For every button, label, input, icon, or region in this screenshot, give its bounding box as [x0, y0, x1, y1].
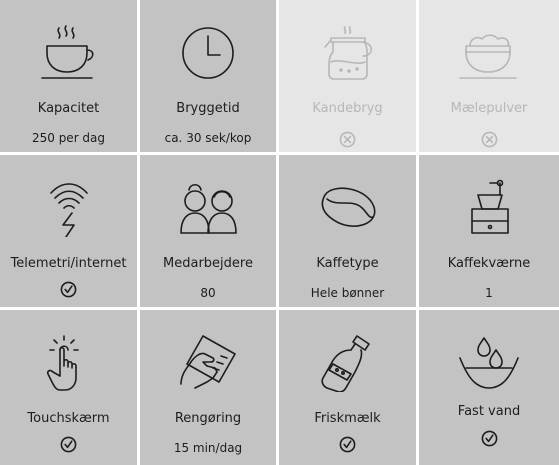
tile-label: Touchskærm	[27, 411, 110, 426]
tile-kapacitet: Kapacitet 250 per dag	[0, 0, 140, 155]
milk-bottle-icon	[279, 332, 416, 392]
tile-friskmaelk: Friskmælk	[279, 310, 419, 465]
coffee-pot-icon	[279, 22, 416, 82]
water-drops-icon	[419, 332, 559, 392]
available-icon	[419, 430, 559, 447]
available-icon	[279, 436, 416, 453]
tile-kaffekvaerne: Kaffekværne 1	[419, 155, 559, 310]
unavailable-icon	[279, 131, 416, 148]
feature-grid: Kapacitet 250 per dag Bryggetid ca. 30 s…	[0, 0, 559, 465]
tile-label: Telemetri/internet	[10, 256, 127, 271]
tile-value: 1	[485, 286, 493, 300]
people-icon	[140, 177, 276, 237]
available-icon	[0, 281, 137, 298]
tile-label: Kapacitet	[37, 101, 100, 116]
tile-kaffetype: Kaffetype Hele bønner	[279, 155, 419, 310]
tile-label: Medarbejdere	[163, 256, 253, 271]
tile-label: Bryggetid	[176, 101, 240, 116]
tile-label: Kaffetype	[316, 256, 379, 271]
coffee-bean-icon	[279, 177, 416, 237]
milk-foam-cup-icon	[419, 22, 559, 82]
tile-fast-vand: Fast vand	[419, 310, 559, 465]
tile-value: Hele bønner	[310, 286, 385, 300]
tile-value: 15 min/dag	[173, 441, 243, 455]
tile-telemetri: Telemetri/internet	[0, 155, 140, 310]
tile-label: Friskmælk	[314, 411, 381, 426]
clock-icon	[140, 22, 276, 82]
tile-label: Fast vand	[457, 404, 521, 419]
available-icon	[0, 436, 137, 453]
coffee-grinder-icon	[419, 177, 559, 237]
tile-value: 250 per dag	[31, 131, 106, 145]
tile-value: ca. 30 sek/kop	[164, 131, 252, 145]
tile-label: Kandebryg	[312, 101, 383, 116]
coffee-cup-icon	[0, 22, 137, 82]
tile-touchskaerm: Touchskærm	[0, 310, 140, 465]
tile-label: Kaffekværne	[447, 256, 531, 271]
tile-rengoering: Rengøring 15 min/dag	[140, 310, 279, 465]
unavailable-icon	[419, 131, 559, 148]
tile-maelepulver: Mælepulver	[419, 0, 559, 155]
tile-label: Rengøring	[174, 411, 242, 426]
tile-bryggetid: Bryggetid ca. 30 sek/kop	[140, 0, 279, 155]
wireless-signal-icon	[0, 177, 137, 237]
touch-hand-icon	[0, 332, 137, 392]
tile-label: Mælepulver	[450, 101, 528, 116]
tile-medarbejdere: Medarbejdere 80	[140, 155, 279, 310]
tile-value: 80	[200, 286, 216, 300]
cleaning-hand-icon	[140, 332, 276, 392]
tile-kandebryg: Kandebryg	[279, 0, 419, 155]
